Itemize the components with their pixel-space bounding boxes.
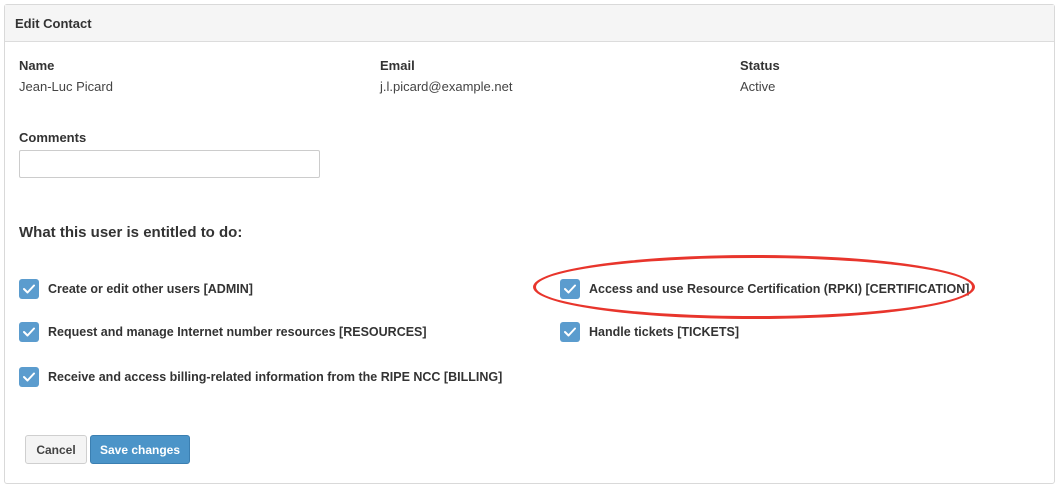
checkbox-billing[interactable] (19, 367, 39, 387)
permissions-title: What this user is entitled to do: (19, 224, 243, 241)
status-label: Status (740, 58, 780, 73)
name-label: Name (19, 58, 55, 73)
checkbox-certification[interactable] (560, 279, 580, 299)
permission-resources[interactable]: Request and manage Internet number resou… (19, 321, 427, 343)
permission-admin-label: Create or edit other users [ADMIN] (48, 282, 253, 296)
checkbox-tickets[interactable] (560, 322, 580, 342)
permission-admin[interactable]: Create or edit other users [ADMIN] (19, 278, 253, 300)
permission-billing[interactable]: Receive and access billing-related infor… (19, 366, 502, 388)
checkmark-icon (564, 327, 576, 337)
permission-certification-label: Access and use Resource Certification (R… (589, 282, 970, 296)
edit-contact-panel: Edit Contact Name Jean-Luc Picard Email … (4, 4, 1055, 484)
permission-tickets-label: Handle tickets [TICKETS] (589, 325, 740, 339)
checkmark-icon (23, 284, 35, 294)
checkmark-icon (564, 284, 576, 294)
comments-label: Comments (19, 130, 87, 145)
permission-billing-label: Receive and access billing-related infor… (48, 370, 503, 384)
checkmark-icon (23, 327, 35, 337)
permission-tickets[interactable]: Handle tickets [TICKETS] (560, 321, 739, 343)
permission-certification[interactable]: Access and use Resource Certification (R… (560, 278, 969, 300)
comments-input[interactable] (19, 150, 320, 178)
email-label: Email (380, 58, 415, 73)
status-value: Active (740, 79, 776, 94)
panel-title: Edit Contact (5, 5, 1054, 42)
email-value: j.l.picard@example.net (380, 79, 513, 94)
checkbox-resources[interactable] (19, 322, 39, 342)
checkbox-admin[interactable] (19, 279, 39, 299)
checkmark-icon (23, 372, 35, 382)
name-value: Jean-Luc Picard (19, 79, 113, 94)
permission-resources-label: Request and manage Internet number resou… (48, 325, 427, 339)
save-changes-button[interactable]: Save changes (90, 435, 190, 464)
cancel-button[interactable]: Cancel (25, 435, 87, 464)
